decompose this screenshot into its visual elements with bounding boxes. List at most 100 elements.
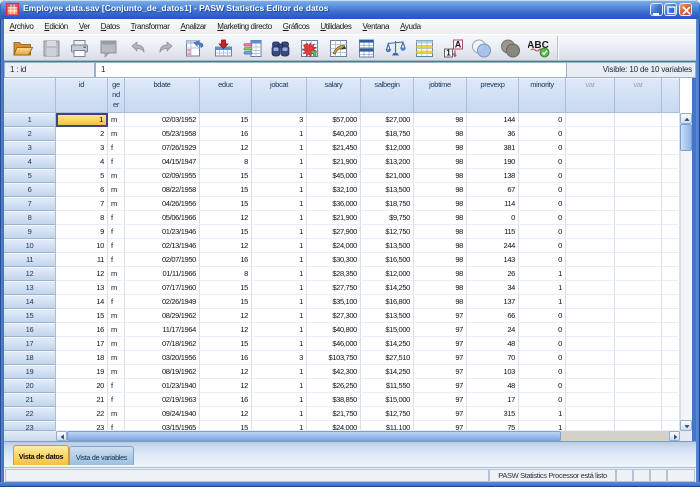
data-cell[interactable]: 34 (467, 281, 519, 295)
data-cell[interactable]: $27,000 (361, 113, 414, 127)
menu-ver[interactable]: Ver (73, 22, 95, 31)
data-cell[interactable]: 3 (252, 351, 307, 365)
data-cell[interactable]: $27,510 (361, 351, 414, 365)
variables-button[interactable] (240, 36, 265, 60)
data-cell[interactable]: 1 (252, 197, 307, 211)
data-cell[interactable]: 4 (56, 155, 108, 169)
data-cell[interactable]: 0 (519, 309, 566, 323)
data-cell[interactable]: $15,000 (361, 393, 414, 407)
data-cell[interactable]: 15 (200, 421, 252, 431)
menu-archivo[interactable]: Archivo (4, 22, 39, 31)
data-cell[interactable]: 97 (414, 309, 467, 323)
data-cell[interactable]: $14,250 (361, 365, 414, 379)
row-header-2[interactable]: 2 (4, 127, 56, 141)
insert-cases-button[interactable] (297, 36, 322, 60)
cell-editor-field[interactable]: 1 (95, 62, 567, 78)
data-cell[interactable]: 98 (414, 211, 467, 225)
row-header-21[interactable]: 21 (4, 393, 56, 407)
data-cell[interactable]: 0 (519, 365, 566, 379)
data-cell[interactable]: 98 (414, 183, 467, 197)
data-cell[interactable]: $36,000 (307, 197, 361, 211)
data-cell[interactable]: m (108, 337, 125, 351)
data-cell[interactable] (615, 407, 662, 421)
data-cell[interactable] (615, 169, 662, 183)
data-cell[interactable]: 1 (252, 211, 307, 225)
data-cell[interactable] (566, 421, 615, 431)
data-cell[interactable]: 02/13/1946 (125, 239, 200, 253)
data-cell[interactable]: f (108, 379, 125, 393)
goto-variable-button[interactable] (211, 36, 236, 60)
data-cell[interactable]: 75 (467, 421, 519, 431)
horizontal-scroll-right-button[interactable] (669, 431, 680, 441)
row-header-7[interactable]: 7 (4, 197, 56, 211)
data-cell[interactable] (566, 379, 615, 393)
data-cell[interactable]: $30,300 (307, 253, 361, 267)
data-cell[interactable]: m (108, 407, 125, 421)
data-cell[interactable]: 12 (200, 407, 252, 421)
data-cell[interactable]: 98 (414, 281, 467, 295)
data-cell[interactable]: 0 (519, 351, 566, 365)
data-cell[interactable]: 1 (252, 169, 307, 183)
data-cell[interactable]: f (108, 225, 125, 239)
data-cell[interactable]: 1 (252, 183, 307, 197)
print-button[interactable] (67, 36, 92, 60)
data-cell[interactable] (662, 253, 680, 267)
spell-check-button[interactable]: ABC (527, 36, 552, 60)
data-cell[interactable]: $21,900 (307, 211, 361, 225)
row-header-12[interactable]: 12 (4, 267, 56, 281)
data-cell[interactable]: 16 (200, 127, 252, 141)
data-cell[interactable]: 22 (56, 407, 108, 421)
data-cell[interactable] (566, 365, 615, 379)
data-cell[interactable]: 12 (200, 141, 252, 155)
data-cell[interactable]: m (108, 183, 125, 197)
data-cell[interactable]: 09/24/1940 (125, 407, 200, 421)
data-cell[interactable]: 12 (200, 379, 252, 393)
data-cell[interactable]: 0 (519, 197, 566, 211)
data-cell[interactable]: 02/26/1949 (125, 295, 200, 309)
data-cell[interactable] (615, 211, 662, 225)
data-cell[interactable]: 1 (252, 253, 307, 267)
vertical-scroll-up-button[interactable] (680, 113, 692, 124)
data-cell[interactable]: 97 (414, 337, 467, 351)
data-cell[interactable] (662, 239, 680, 253)
row-header-13[interactable]: 13 (4, 281, 56, 295)
data-cell[interactable]: 15 (200, 337, 252, 351)
minimize-button[interactable] (650, 3, 663, 16)
data-cell[interactable] (566, 141, 615, 155)
data-cell[interactable]: $11,100 (361, 421, 414, 431)
data-cell[interactable]: 01/11/1966 (125, 267, 200, 281)
data-cell[interactable]: $24,000 (307, 421, 361, 431)
data-cell[interactable]: 98 (414, 127, 467, 141)
data-cell[interactable] (662, 337, 680, 351)
data-cell[interactable]: 1 (252, 127, 307, 141)
data-cell[interactable]: $15,000 (361, 323, 414, 337)
data-cell[interactable] (566, 169, 615, 183)
grid-corner-cell[interactable] (4, 78, 56, 113)
column-header-var3[interactable] (662, 78, 680, 113)
row-header-15[interactable]: 15 (4, 309, 56, 323)
data-cell[interactable]: 0 (519, 141, 566, 155)
data-cell[interactable]: $13,500 (361, 183, 414, 197)
row-header-11[interactable]: 11 (4, 253, 56, 267)
data-cell[interactable] (615, 197, 662, 211)
data-cell[interactable]: 190 (467, 155, 519, 169)
data-cell[interactable] (662, 267, 680, 281)
data-cell[interactable]: 143 (467, 253, 519, 267)
data-cell[interactable]: 0 (519, 253, 566, 267)
row-header-14[interactable]: 14 (4, 295, 56, 309)
use-variable-sets-button[interactable] (469, 36, 494, 60)
data-cell[interactable]: 98 (414, 253, 467, 267)
data-cell[interactable]: 1 (252, 421, 307, 431)
data-cell[interactable]: 1 (519, 295, 566, 309)
tab-data-view[interactable]: Vista de datos (13, 445, 69, 465)
data-cell[interactable]: 48 (467, 379, 519, 393)
data-cell[interactable]: 01/23/1940 (125, 379, 200, 393)
column-header-jobtime[interactable]: jobtime (414, 78, 467, 113)
data-cell[interactable]: m (108, 127, 125, 141)
data-cell[interactable]: m (108, 113, 125, 127)
data-cell[interactable]: $40,800 (307, 323, 361, 337)
data-cell[interactable]: 1 (252, 281, 307, 295)
data-cell[interactable]: 02/03/1952 (125, 113, 200, 127)
row-header-22[interactable]: 22 (4, 407, 56, 421)
data-cell[interactable] (566, 155, 615, 169)
